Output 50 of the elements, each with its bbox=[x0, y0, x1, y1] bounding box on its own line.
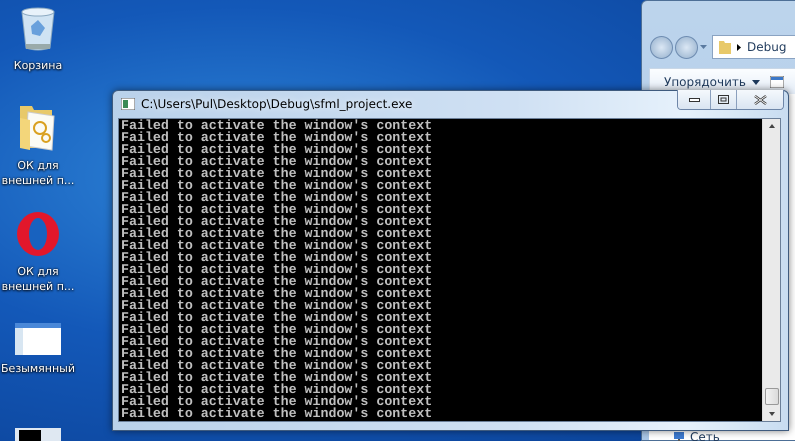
console-line: Failed to activate the window's context bbox=[121, 396, 434, 408]
console-line: Failed to activate the window's context bbox=[121, 144, 434, 156]
address-path: Debug bbox=[747, 40, 786, 54]
console-line: Failed to activate the window's context bbox=[121, 216, 434, 228]
icon-label: ОК для внешней п... bbox=[1, 264, 75, 294]
window-title: C:\Users\Pul\Desktop\Debug\sfml_project.exe bbox=[141, 96, 412, 110]
maximize-button[interactable] bbox=[711, 90, 737, 109]
properties-icon[interactable] bbox=[770, 76, 784, 88]
close-icon bbox=[754, 94, 766, 104]
console-line: Failed to activate the window's context bbox=[121, 228, 434, 240]
maximize-icon bbox=[718, 95, 729, 104]
address-bar[interactable]: Debug bbox=[712, 35, 795, 59]
back-button[interactable] bbox=[650, 36, 673, 58]
console-line: Failed to activate the window's context bbox=[121, 156, 434, 168]
minimize-button[interactable] bbox=[678, 90, 711, 109]
close-button[interactable] bbox=[737, 90, 783, 109]
console-line: Failed to activate the window's context bbox=[121, 324, 434, 336]
chevron-icon bbox=[737, 44, 741, 50]
console-line: Failed to activate the window's context bbox=[121, 264, 434, 276]
console-line: Failed to activate the window's context bbox=[121, 168, 434, 180]
console-line: Failed to activate the window's context bbox=[121, 252, 434, 264]
console-line: Failed to activate the window's context bbox=[121, 192, 434, 204]
console-line: Failed to activate the window's context bbox=[121, 360, 434, 372]
forward-button[interactable] bbox=[675, 36, 698, 58]
console-line: Failed to activate the window's context bbox=[121, 336, 434, 348]
console-line: Failed to activate the window's context bbox=[121, 348, 434, 360]
icon-label: Безымянный bbox=[1, 361, 75, 376]
console-line: Failed to activate the window's context bbox=[121, 312, 434, 324]
console-line: Failed to activate the window's context bbox=[121, 120, 434, 132]
console-line: Failed to activate the window's context bbox=[121, 408, 434, 420]
console-app-icon bbox=[121, 98, 135, 110]
dropdown-icon[interactable] bbox=[700, 45, 707, 49]
console-line: Failed to activate the window's context bbox=[121, 132, 434, 144]
recycle-bin-icon[interactable] bbox=[20, 6, 56, 52]
console-line: Failed to activate the window's context bbox=[121, 204, 434, 216]
caret-icon bbox=[752, 80, 760, 84]
folder-icon bbox=[719, 40, 731, 54]
console-thumbnail-icon[interactable] bbox=[15, 428, 61, 441]
console-line: Failed to activate the window's context bbox=[121, 384, 434, 396]
console-line: Failed to activate the window's context bbox=[121, 180, 434, 192]
console-line: Failed to activate the window's context bbox=[121, 276, 434, 288]
icon-label: Корзина bbox=[12, 58, 64, 73]
console-line: Failed to activate the window's context bbox=[121, 240, 434, 252]
window-thumbnail-icon[interactable] bbox=[15, 323, 61, 355]
icon-label: ОК для внешней п... bbox=[1, 158, 75, 188]
scroll-thumb[interactable] bbox=[764, 388, 778, 405]
minimize-icon bbox=[688, 98, 700, 102]
console-line: Failed to activate the window's context bbox=[121, 372, 434, 384]
console-line: Failed to activate the window's context bbox=[121, 300, 434, 312]
console-line: Failed to activate the window's context bbox=[121, 288, 434, 300]
